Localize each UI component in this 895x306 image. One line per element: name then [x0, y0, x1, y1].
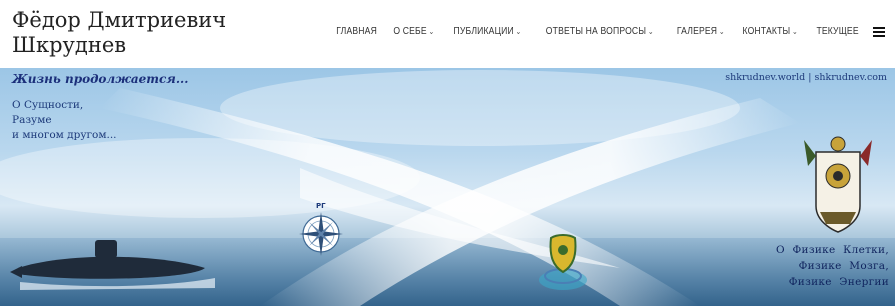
banner-domains[interactable]: shkrudnev.world | shkrudnev.com	[725, 72, 887, 83]
banner-right-text: О Физике Клетки, Физике Мозга, Физике Эн…	[776, 242, 889, 290]
hamburger-icon[interactable]	[873, 26, 885, 37]
nav-item-publications[interactable]: ПУБЛИКАЦИИ ⌄	[449, 26, 526, 37]
chevron-down-icon: ⌄	[647, 27, 654, 36]
banner-left-line: Разуме	[12, 114, 52, 126]
nav-item-home[interactable]: ГЛАВНАЯ	[332, 26, 381, 37]
site-title-line1[interactable]: Фёдор Дмитриевич	[12, 8, 242, 33]
banner-right-line: О Физике Клетки,	[775, 244, 889, 256]
chevron-down-icon: ⌄	[515, 27, 522, 36]
banner-left-text: О Сущности, Разуме и многом другом...	[12, 98, 117, 143]
chevron-down-icon: ⌄	[718, 27, 725, 36]
nav-item-about[interactable]: О СЕБЕ ⌄	[389, 26, 439, 37]
banner-left-line: и многом другом...	[12, 129, 117, 141]
nav-item-answers[interactable]: ОТВЕТЫ НА ВОПРОСЫ ⌄	[542, 26, 659, 37]
nav-item-current[interactable]: ТЕКУЩЕЕ	[812, 26, 863, 37]
banner-tagline: Жизнь продолжается...	[12, 72, 189, 86]
nav-item-contacts[interactable]: КОНТАКТЫ ⌄	[739, 26, 803, 37]
coat-of-arms-emblem	[804, 136, 872, 233]
banner-right-line: Физике Мозга,	[798, 260, 889, 272]
chevron-down-icon: ⌄	[428, 27, 435, 36]
banner-background: РГ	[0, 70, 895, 306]
banner-left-line: О Сущности,	[12, 99, 84, 111]
compass-label: РГ	[316, 202, 326, 210]
banner-right-line: Физике Энергии	[788, 276, 889, 288]
site-title-line2[interactable]: Шкруднев	[12, 33, 242, 58]
hero-banner: РГ Жизнь продолжается... О Сущности, Раз…	[0, 68, 895, 306]
main-nav: ГЛАВНАЯ О СЕБЕ ⌄ ПУБЛИКАЦИИ ⌄ ОТВЕТЫ НА ВО…	[328, 26, 885, 37]
site-title[interactable]: Фёдор Дмитриевич Шкруднев	[12, 8, 242, 58]
nav-item-gallery[interactable]: ГАЛЕРЕЯ ⌄	[672, 26, 729, 37]
site-header: Фёдор Дмитриевич Шкруднев ГЛАВНАЯ О СЕБЕ…	[0, 0, 895, 68]
chevron-down-icon: ⌄	[792, 27, 799, 36]
